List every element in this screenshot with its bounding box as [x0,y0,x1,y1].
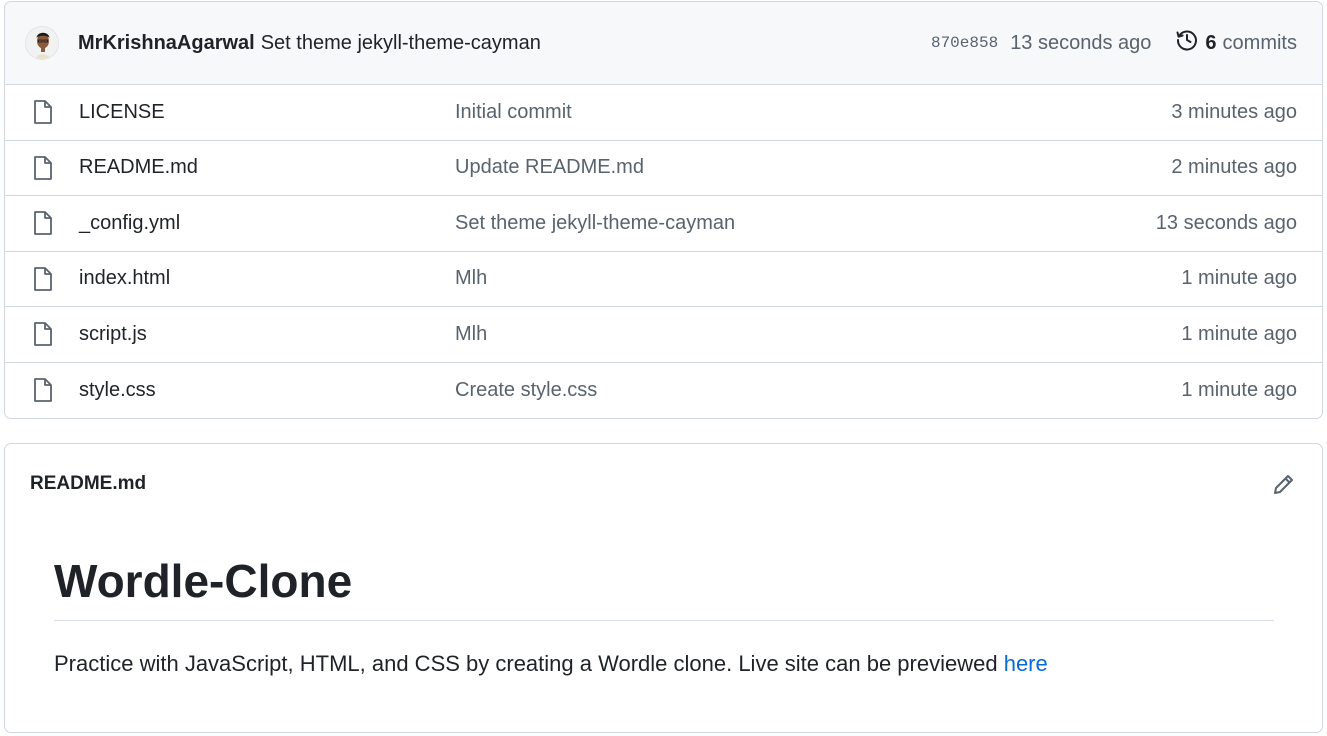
edit-readme-button[interactable] [1270,470,1298,498]
commit-sha-link[interactable]: 870e858 [931,34,998,52]
file-commit-message[interactable]: Set theme jekyll-theme-cayman [455,212,1156,235]
file-icon [34,266,52,291]
file-browser: MrKrishnaAgarwal Set theme jekyll-theme-… [4,1,1323,419]
file-commit-time: 1 minute ago [1181,322,1297,345]
file-commit-time: 13 seconds ago [1155,211,1297,234]
pencil-icon [1274,475,1293,494]
file-row: script.js Mlh 1 minute ago [5,307,1322,363]
file-name-link[interactable]: script.js [79,323,455,346]
file-icon [34,322,52,347]
file-icon [34,155,52,180]
avatar[interactable] [25,26,59,60]
readme-content: Wordle-Clone Practice with JavaScript, H… [5,524,1322,677]
file-name-link[interactable]: LICENSE [79,101,455,124]
commit-author-link[interactable]: MrKrishnaAgarwal [78,32,255,55]
file-row: style.css Create style.css 1 minute ago [5,363,1322,419]
file-row: README.md Update README.md 2 minutes ago [5,141,1322,196]
file-name-link[interactable]: style.css [79,379,455,402]
file-commit-message[interactable]: Mlh [455,267,1181,290]
readme-paragraph-text: Practice with JavaScript, HTML, and CSS … [54,651,1004,676]
commits-count: 6 [1205,31,1217,54]
readme-panel: README.md Wordle-Clone Practice with Jav… [4,443,1323,733]
latest-commit-bar: MrKrishnaAgarwal Set theme jekyll-theme-… [5,2,1322,85]
file-commit-time: 3 minutes ago [1171,100,1297,123]
file-name-link[interactable]: _config.yml [79,212,455,235]
live-site-link[interactable]: here [1004,651,1048,676]
file-row: _config.yml Set theme jekyll-theme-cayma… [5,196,1322,252]
file-icon [34,100,52,125]
file-commit-time: 2 minutes ago [1171,156,1297,179]
readme-heading: Wordle-Clone [54,524,1274,621]
history-icon [1175,28,1199,58]
file-name-link[interactable]: index.html [79,267,455,290]
file-commit-message[interactable]: Update README.md [455,156,1171,179]
commit-meta: 870e858 13 seconds ago 6 commits [931,28,1297,58]
commit-message-link[interactable]: Set theme jekyll-theme-cayman [261,32,541,55]
file-row: index.html Mlh 1 minute ago [5,252,1322,307]
commits-history-link[interactable]: 6 commits [1175,28,1297,58]
file-icon [34,211,52,236]
readme-header: README.md [5,444,1322,524]
file-icon [34,378,52,403]
readme-paragraph: Practice with JavaScript, HTML, and CSS … [54,651,1274,677]
file-commit-time: 1 minute ago [1181,378,1297,401]
file-commit-message[interactable]: Mlh [455,323,1181,346]
commits-label: commits [1222,31,1297,54]
file-row: LICENSE Initial commit 3 minutes ago [5,85,1322,141]
file-commit-message[interactable]: Create style.css [455,379,1181,402]
file-commit-time: 1 minute ago [1181,267,1297,290]
file-commit-message[interactable]: Initial commit [455,101,1171,124]
commit-time: 13 seconds ago [1010,31,1152,54]
readme-filename[interactable]: README.md [30,473,146,495]
file-name-link[interactable]: README.md [79,156,455,179]
